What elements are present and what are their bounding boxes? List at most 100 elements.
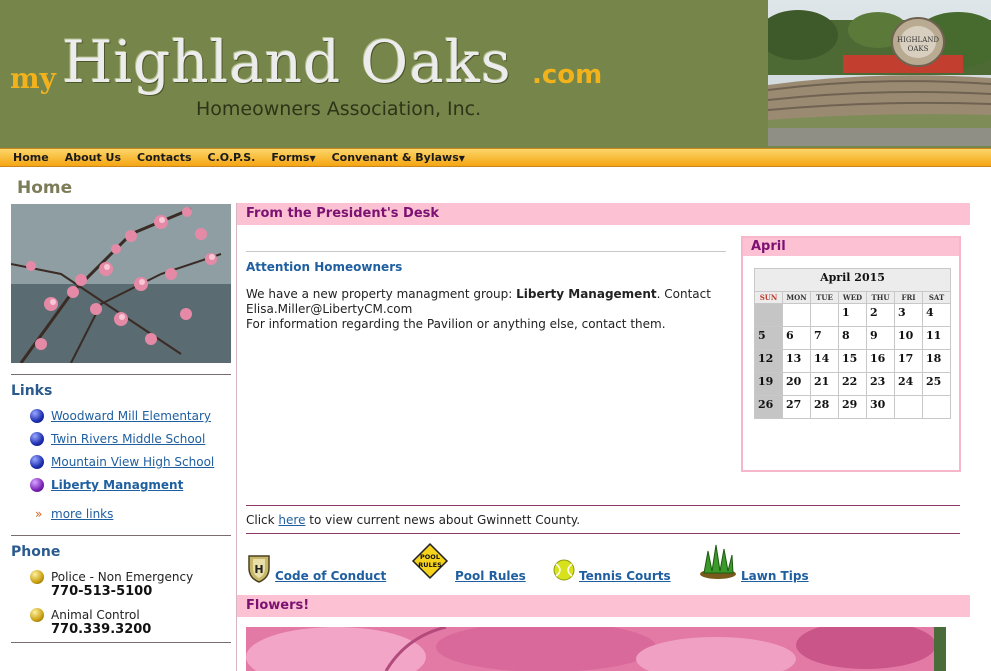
list-item: Liberty Managment bbox=[11, 478, 231, 501]
link-twin-rivers[interactable]: Twin Rivers Middle School bbox=[51, 432, 205, 446]
calendar-day[interactable]: 2 bbox=[866, 303, 895, 327]
site-header: my Highland Oaks .com Homeowners Associa… bbox=[0, 0, 991, 148]
pool-sign-icon: POOL RULES bbox=[411, 542, 449, 580]
site-logo[interactable]: my Highland Oaks .com Homeowners Associa… bbox=[10, 28, 630, 138]
calendar-day[interactable]: 19 bbox=[754, 372, 783, 396]
link-liberty-managment[interactable]: Liberty Managment bbox=[51, 478, 183, 492]
calendar-day[interactable]: 16 bbox=[866, 349, 895, 373]
calendar-day[interactable]: 24 bbox=[894, 372, 923, 396]
calendar-day[interactable]: 6 bbox=[782, 326, 811, 350]
content-divider bbox=[246, 251, 726, 252]
caret-down-icon: ▼ bbox=[458, 154, 465, 163]
flowers-photo bbox=[246, 627, 946, 671]
calendar-day[interactable]: 13 bbox=[782, 349, 811, 373]
bullet-icon bbox=[30, 409, 44, 423]
bullet-icon bbox=[30, 570, 44, 584]
calendar-day[interactable]: 10 bbox=[894, 326, 923, 350]
calendar-day[interactable]: 12 bbox=[754, 349, 783, 373]
grass-icon bbox=[700, 544, 736, 579]
calendar-day bbox=[782, 303, 811, 327]
nav-cops[interactable]: C.O.P.S. bbox=[208, 151, 256, 164]
calendar-widget: April April 2015 SUN MON TUE WED THU FRI… bbox=[741, 236, 961, 472]
section-divider bbox=[246, 505, 960, 506]
code-of-conduct-label[interactable]: Code of Conduct bbox=[275, 569, 386, 583]
links-list: Woodward Mill Elementary Twin Rivers Mid… bbox=[11, 409, 231, 501]
calendar-day[interactable]: 3 bbox=[894, 303, 923, 327]
tennis-courts-label[interactable]: Tennis Courts bbox=[579, 569, 671, 583]
lawn-tips-label[interactable]: Lawn Tips bbox=[741, 569, 809, 583]
flowers-header: Flowers! bbox=[237, 595, 970, 617]
calendar-day[interactable]: 9 bbox=[866, 326, 895, 350]
tennis-ball-icon bbox=[553, 559, 575, 581]
calendar-day[interactable]: 15 bbox=[838, 349, 867, 373]
calendar-day[interactable]: 26 bbox=[754, 395, 783, 419]
calendar-day[interactable]: 8 bbox=[838, 326, 867, 350]
bullet-icon bbox=[30, 432, 44, 446]
list-item: Woodward Mill Elementary bbox=[11, 409, 231, 432]
quick-links-row: H Code of Conduct POOL RULES Pool Rules … bbox=[246, 541, 966, 591]
bullet-icon bbox=[30, 478, 44, 492]
attention-heading: Attention Homeowners bbox=[246, 260, 403, 274]
nav-home[interactable]: Home bbox=[13, 151, 49, 164]
calendar-day[interactable]: 14 bbox=[810, 349, 839, 373]
calendar-day[interactable]: 18 bbox=[922, 349, 951, 373]
announcement-text: We have a new property managment group: … bbox=[246, 287, 726, 332]
news-post: to view current news about Gwinnett Coun… bbox=[305, 513, 581, 527]
phone-name: Police - Non Emergency bbox=[51, 570, 194, 584]
left-sidebar: Links Woodward Mill Elementary Twin Rive… bbox=[11, 204, 231, 643]
calendar-day[interactable]: 20 bbox=[782, 372, 811, 396]
calendar-day bbox=[894, 395, 923, 419]
shield-icon: H bbox=[248, 555, 270, 583]
calendar-day[interactable]: 28 bbox=[810, 395, 839, 419]
more-links-link[interactable]: more links bbox=[51, 507, 113, 521]
calendar-day bbox=[922, 395, 951, 419]
day-header: TUE bbox=[810, 291, 839, 304]
logo-suffix: .com bbox=[532, 60, 603, 90]
announcement-info: For information regarding the Pavilion o… bbox=[246, 317, 666, 331]
link-woodward-mill[interactable]: Woodward Mill Elementary bbox=[51, 409, 211, 423]
nav-contacts[interactable]: Contacts bbox=[137, 151, 191, 164]
calendar-day[interactable]: 17 bbox=[894, 349, 923, 373]
calendar-day[interactable]: 7 bbox=[810, 326, 839, 350]
nav-forms[interactable]: Forms▼ bbox=[271, 151, 315, 164]
calendar-day[interactable]: 21 bbox=[810, 372, 839, 396]
calendar-day[interactable]: 27 bbox=[782, 395, 811, 419]
shield-letter: H bbox=[254, 563, 263, 576]
section-divider bbox=[246, 533, 960, 534]
calendar-day bbox=[810, 303, 839, 327]
news-here-link[interactable]: here bbox=[278, 513, 305, 527]
phone-number: 770-513-5100 bbox=[51, 584, 153, 599]
bullet-icon bbox=[30, 608, 44, 622]
link-mountain-view[interactable]: Mountain View High School bbox=[51, 455, 214, 469]
logo-main-text: Highland Oaks bbox=[62, 28, 512, 96]
entrance-sign-photo: HIGHLAND OAKS bbox=[768, 0, 991, 146]
calendar-day[interactable]: 29 bbox=[838, 395, 867, 419]
calendar-day[interactable]: 11 bbox=[922, 326, 951, 350]
logo-subtitle: Homeowners Association, Inc. bbox=[196, 98, 482, 120]
calendar-day[interactable]: 25 bbox=[922, 372, 951, 396]
pool-sign-text-top: POOL bbox=[420, 553, 440, 561]
nav-forms-label: Forms bbox=[271, 151, 310, 164]
calendar-day[interactable]: 1 bbox=[838, 303, 867, 327]
day-header: MON bbox=[782, 291, 811, 304]
calendar-day[interactable]: 30 bbox=[866, 395, 895, 419]
day-header: WED bbox=[838, 291, 867, 304]
caret-down-icon: ▼ bbox=[309, 154, 316, 163]
calendar-day[interactable]: 5 bbox=[754, 326, 783, 350]
list-item: Twin Rivers Middle School bbox=[11, 432, 231, 455]
section-header: From the President's Desk bbox=[237, 203, 970, 225]
day-header: FRI bbox=[894, 291, 923, 304]
calendar-table: April 2015 SUN MON TUE WED THU FRI SAT 1… bbox=[754, 268, 951, 419]
calendar-day[interactable]: 23 bbox=[866, 372, 895, 396]
list-item: Animal Control 770.339.3200 bbox=[11, 608, 231, 646]
calendar-day bbox=[754, 303, 783, 327]
pool-rules-label[interactable]: Pool Rules bbox=[455, 569, 526, 583]
nav-covenant-bylaws[interactable]: Convenant & Bylaws▼ bbox=[332, 151, 465, 164]
announcement-pre: We have a new property managment group: bbox=[246, 287, 517, 301]
calendar-day[interactable]: 22 bbox=[838, 372, 867, 396]
calendar-day[interactable]: 4 bbox=[922, 303, 951, 327]
nav-about-us[interactable]: About Us bbox=[65, 151, 121, 164]
main-content: From the President's Desk Attention Home… bbox=[236, 203, 970, 671]
main-nav: Home About Us Contacts C.O.P.S. Forms▼ C… bbox=[0, 148, 991, 167]
sidebar-divider bbox=[11, 535, 231, 536]
